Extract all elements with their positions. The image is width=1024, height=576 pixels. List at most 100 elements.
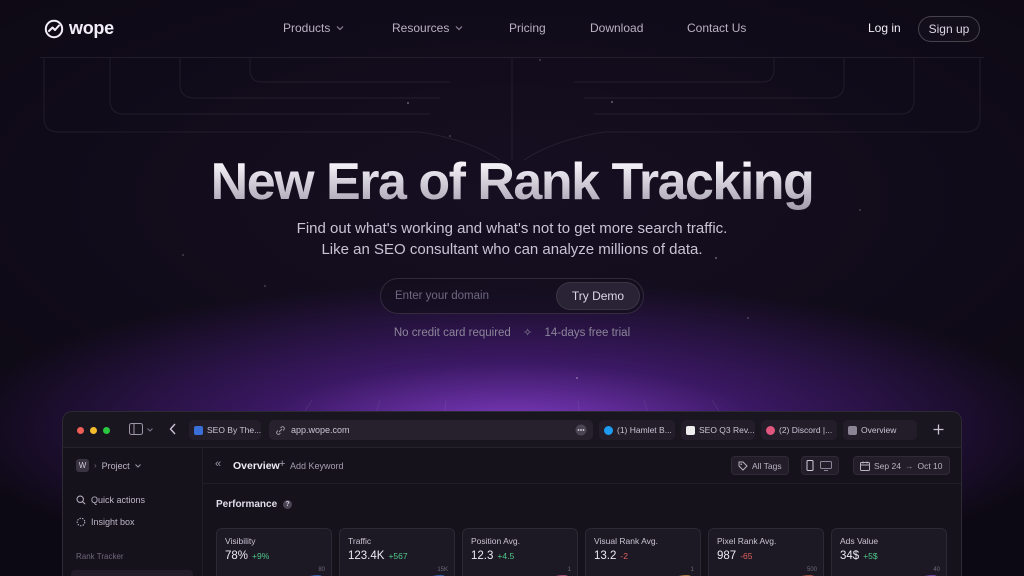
- date-from: Sep 24: [874, 460, 901, 471]
- browser-tab-overview[interactable]: Overview: [843, 420, 917, 440]
- nav-contact[interactable]: Contact Us: [687, 21, 746, 35]
- trial-note: No credit card required ✧ 14-days free t…: [0, 326, 1024, 339]
- metric-value: 13.2 -2: [594, 550, 628, 562]
- metric-label: Visibility: [225, 536, 256, 546]
- nav-products-label: Products: [283, 21, 331, 35]
- domain-input[interactable]: [395, 279, 555, 313]
- sidebar-item-quick-actions[interactable]: Quick actions: [76, 495, 145, 505]
- arrow-right-icon: →: [904, 460, 914, 471]
- browser-tab-hamlet[interactable]: (1) Hamlet B...: [599, 420, 675, 440]
- chevron-right-icon: ›: [94, 461, 97, 470]
- metric-label: Visual Rank Avg.: [594, 536, 658, 546]
- browser-tab-discord[interactable]: (2) Discord |...: [761, 420, 837, 440]
- try-demo-button[interactable]: Try Demo: [556, 282, 640, 310]
- sidebar-item-label: Insight box: [91, 517, 135, 527]
- free-trial-text: 14-days free trial: [544, 327, 631, 339]
- app-preview-window: SEO By The... app.wope.com (1) Hamlet B.…: [62, 411, 962, 576]
- metric-value: 987 -65: [717, 550, 752, 562]
- tab-label: SEO By The...: [207, 425, 261, 435]
- domain-form: Try Demo: [380, 278, 644, 314]
- nav-download-label: Download: [590, 21, 644, 35]
- collapse-double-chevron-icon[interactable]: «: [215, 458, 221, 470]
- chevron-down-icon[interactable]: [147, 428, 153, 432]
- metric-card[interactable]: Ads Value 34$ +5$ 40: [831, 528, 947, 576]
- browser-tab-seo-q3[interactable]: SEO Q3 Rev...: [681, 420, 755, 440]
- metric-card[interactable]: Pixel Rank Avg. 987 -65 500: [708, 528, 824, 576]
- sidebar-section-rank-tracker: Rank Tracker: [76, 552, 124, 561]
- browser-titlebar: SEO By The... app.wope.com (1) Hamlet B.…: [63, 412, 961, 448]
- sidebar-active-item[interactable]: [71, 570, 193, 576]
- device-toggle[interactable]: [801, 456, 839, 475]
- more-options-icon[interactable]: [575, 424, 587, 436]
- metric-change: -2: [620, 551, 628, 561]
- performance-label: Performance: [216, 499, 278, 510]
- calendar-icon: [860, 461, 870, 471]
- metric-card[interactable]: Traffic 123.4K +567 15K: [339, 528, 455, 576]
- metric-change: +5$: [863, 551, 878, 561]
- app-toolbar: « Overview + Add Keyword All Tags Sep 24…: [203, 448, 961, 484]
- brand-name: wope: [69, 18, 114, 38]
- metric-number: 34$: [840, 550, 860, 562]
- tab-label: Overview: [861, 425, 897, 435]
- app-sidebar: W › Project Quick actions Insight box Ra…: [63, 448, 203, 576]
- tab-label: (2) Discord |...: [779, 425, 833, 435]
- sparkle-icon: ✧: [523, 327, 533, 339]
- plus-icon: +: [279, 458, 286, 470]
- insight-sparkle-icon: [76, 517, 86, 527]
- metric-change: -65: [740, 551, 753, 561]
- nav-resources-label: Resources: [392, 21, 450, 35]
- project-avatar: W: [76, 459, 89, 472]
- login-link[interactable]: Log in: [868, 21, 901, 35]
- nav-download[interactable]: Download: [590, 21, 643, 35]
- top-navigation: wope Products Resources Pricing Download…: [0, 0, 1024, 58]
- nav-pricing[interactable]: Pricing: [509, 21, 546, 35]
- sidebar-item-insight-box[interactable]: Insight box: [76, 517, 135, 527]
- address-bar[interactable]: app.wope.com: [269, 420, 593, 440]
- chevron-down-icon: [455, 26, 463, 31]
- mobile-device-icon[interactable]: [806, 460, 814, 471]
- desktop-device-icon[interactable]: [820, 460, 832, 471]
- metric-label: Traffic: [348, 536, 372, 546]
- back-arrow-icon[interactable]: [169, 423, 177, 435]
- wope-logo-icon: [44, 19, 64, 38]
- close-window-dot[interactable]: [77, 427, 84, 434]
- add-keyword-button[interactable]: Add Keyword: [290, 461, 344, 471]
- brand-logo[interactable]: wope: [44, 18, 114, 39]
- project-selector[interactable]: W › Project: [76, 459, 141, 472]
- chevron-down-icon: [134, 463, 141, 468]
- nav-products[interactable]: Products: [283, 21, 344, 35]
- date-range-picker[interactable]: Sep 24 → Oct 10: [853, 456, 950, 475]
- tab-label: SEO Q3 Rev...: [699, 425, 755, 435]
- metric-label: Pixel Rank Avg.: [717, 536, 777, 546]
- nav-divider: [40, 57, 984, 58]
- search-icon: [76, 495, 86, 505]
- metric-number: 78%: [225, 550, 249, 562]
- sidebar-toggle-icon[interactable]: [129, 423, 143, 435]
- minimize-window-dot[interactable]: [90, 427, 97, 434]
- maximize-window-dot[interactable]: [103, 427, 110, 434]
- app-main: « Overview + Add Keyword All Tags Sep 24…: [203, 448, 961, 576]
- help-icon[interactable]: ?: [283, 500, 293, 509]
- metric-change: +9%: [252, 551, 270, 561]
- tags-label: All Tags: [752, 460, 782, 471]
- metric-value: 34$ +5$: [840, 550, 878, 562]
- new-tab-plus-icon[interactable]: [933, 424, 944, 435]
- performance-heading: Performance ?: [216, 499, 293, 510]
- metric-number: 12.3: [471, 550, 494, 562]
- metric-value: 78% +9%: [225, 550, 269, 562]
- metric-card[interactable]: Visibility 78% +9% 80: [216, 528, 332, 576]
- nav-contact-label: Contact Us: [687, 21, 747, 35]
- hero-subtitle-line1: Find out what's working and what's not t…: [296, 220, 728, 237]
- metric-card[interactable]: Visual Rank Avg. 13.2 -2 1: [585, 528, 701, 576]
- twitter-icon: [604, 425, 613, 435]
- nav-resources[interactable]: Resources: [392, 21, 463, 35]
- signup-button[interactable]: Sign up: [918, 16, 980, 42]
- metric-label: Position Avg.: [471, 536, 520, 546]
- project-label: Project: [101, 460, 130, 471]
- browser-tab-seo-by-the[interactable]: SEO By The...: [189, 420, 261, 440]
- metric-card[interactable]: Position Avg. 12.3 +4.5 1: [462, 528, 578, 576]
- tags-filter[interactable]: All Tags: [731, 456, 789, 475]
- notion-icon: [686, 425, 695, 435]
- tag-icon: [738, 461, 748, 471]
- discord-icon: [766, 425, 775, 435]
